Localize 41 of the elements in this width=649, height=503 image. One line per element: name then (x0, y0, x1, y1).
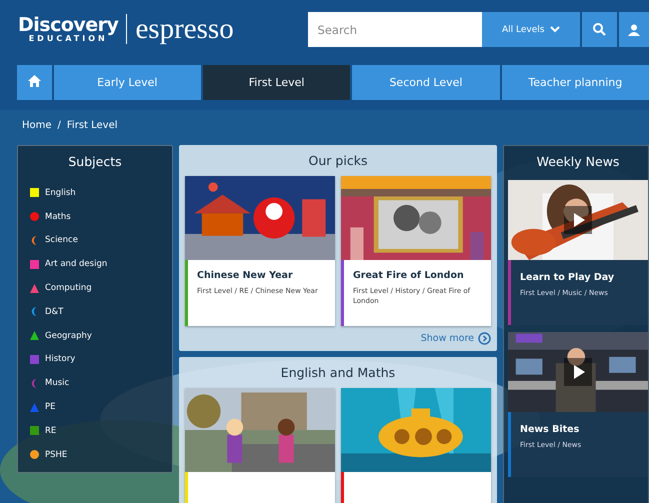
user-icon (628, 24, 640, 36)
show-more-link[interactable]: Show more (420, 332, 491, 345)
panel-title: Weekly News (536, 154, 620, 169)
subject-link[interactable]: Music (45, 378, 70, 388)
brand-logo: Discovery (18, 16, 118, 34)
card-title: Great Fire of London (353, 270, 465, 281)
subject-link[interactable]: English (45, 188, 76, 198)
subject-link[interactable]: RE (45, 426, 56, 436)
search-field[interactable]: Search (308, 12, 482, 47)
home-icon (28, 75, 41, 87)
card-title: News Bites (520, 424, 580, 435)
account-button[interactable] (619, 12, 649, 47)
panel-title: Subjects (67, 154, 123, 169)
home-button[interactable] (17, 65, 52, 100)
subject-link[interactable]: Science (45, 235, 78, 246)
breadcrumb-link[interactable]: First Level (66, 120, 118, 140)
subject-link[interactable]: Art and design (45, 259, 108, 270)
brand-subtitle: EDUCATION (28, 34, 108, 42)
resource-card[interactable] (185, 388, 335, 503)
subject-link[interactable]: Computing (45, 283, 92, 294)
subject-link[interactable]: Geography (45, 330, 92, 341)
product-name: espresso (135, 14, 234, 44)
search-icon (593, 23, 606, 36)
panel-title: English and Maths (280, 365, 396, 380)
chevron-icon (550, 26, 560, 33)
card-title: Learn to Play Day (520, 272, 616, 283)
breadcrumb-separator: / (58, 120, 61, 133)
subject-link[interactable]: History (45, 354, 76, 364)
card-title: Chinese New Year (197, 270, 294, 281)
nav-tab[interactable]: First Level (202, 65, 350, 100)
chevron-circle-icon (478, 332, 491, 345)
subject-link[interactable]: D&T (45, 306, 64, 317)
search-button[interactable] (582, 12, 618, 47)
breadcrumb-link[interactable]: Home (22, 120, 52, 140)
resource-card[interactable] (341, 388, 491, 503)
play-icon[interactable] (564, 358, 592, 386)
subject-link[interactable]: PE (45, 402, 56, 412)
panel-title: Our picks (308, 153, 368, 168)
play-icon[interactable] (564, 206, 592, 234)
subject-link[interactable]: PSHE (45, 450, 68, 460)
subject-link[interactable]: Maths (45, 212, 71, 222)
